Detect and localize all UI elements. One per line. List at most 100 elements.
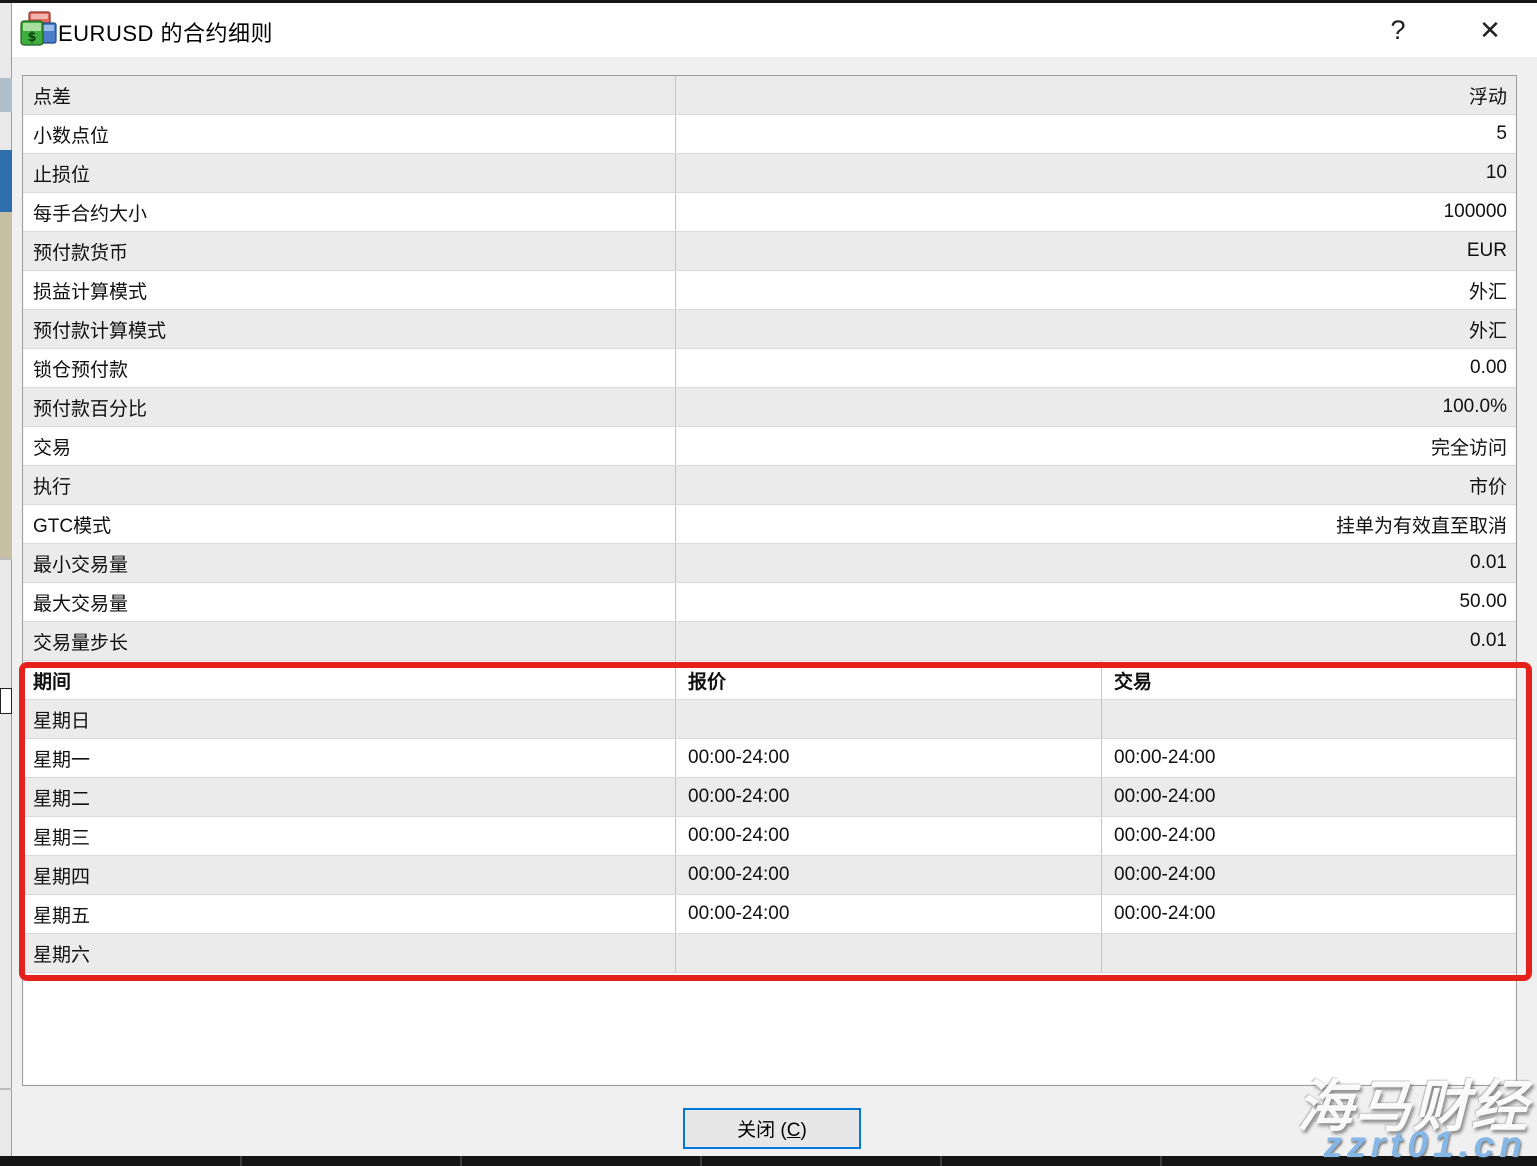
schedule-header-period: 期间 <box>23 661 676 699</box>
dialog-title: EURUSD 的合约细则 <box>58 16 273 48</box>
schedule-row-quotes: 00:00-24:00 <box>676 739 1102 777</box>
spec-row-value: 50.00 <box>676 583 1516 621</box>
dialog-titlebar: $ EURUSD 的合约细则 ? ✕ <box>12 3 1537 57</box>
background-segment <box>0 688 12 714</box>
taskbar-edge <box>0 1156 1537 1166</box>
taskbar-notch <box>700 1156 702 1166</box>
schedule-row: 星期一00:00-24:0000:00-24:00 <box>23 739 1516 778</box>
schedule-row-period: 星期二 <box>23 778 676 816</box>
spec-row-label: 损益计算模式 <box>23 271 676 309</box>
schedule-row-quotes: 00:00-24:00 <box>676 895 1102 933</box>
spec-table-body: 点差浮动小数点位5止损位10每手合约大小100000预付款货币EUR损益计算模式… <box>23 76 1516 661</box>
schedule-table-body: 期间报价交易星期日星期一00:00-24:0000:00-24:00星期二00:… <box>23 661 1516 973</box>
spec-row: 点差浮动 <box>23 76 1516 115</box>
spec-row-value: 0.01 <box>676 544 1516 582</box>
schedule-row-quotes <box>676 934 1102 972</box>
spec-row: 交易完全访问 <box>23 427 1516 466</box>
spec-row-value: 外汇 <box>676 271 1516 309</box>
background-segment <box>0 1088 12 1090</box>
spec-row-label: 预付款计算模式 <box>23 310 676 348</box>
schedule-row-quotes: 00:00-24:00 <box>676 856 1102 894</box>
spec-row-label: 止损位 <box>23 154 676 192</box>
spec-row-value: 0.00 <box>676 349 1516 387</box>
taskbar-notch <box>460 1156 462 1166</box>
spec-row-label: GTC模式 <box>23 505 676 543</box>
spec-row: 执行市价 <box>23 466 1516 505</box>
schedule-row-trade <box>1102 934 1516 972</box>
spec-row-value: 市价 <box>676 466 1516 504</box>
spec-row-label: 最大交易量 <box>23 583 676 621</box>
spec-row: 最小交易量0.01 <box>23 544 1516 583</box>
spec-row: 预付款百分比100.0% <box>23 388 1516 427</box>
schedule-header-quotes: 报价 <box>676 661 1102 699</box>
spec-row-label: 小数点位 <box>23 115 676 153</box>
schedule-row: 星期四00:00-24:0000:00-24:00 <box>23 856 1516 895</box>
spec-row: 锁仓预付款0.00 <box>23 349 1516 388</box>
spec-row-value: 挂单为有效直至取消 <box>676 505 1516 543</box>
svg-text:$: $ <box>27 30 36 45</box>
spec-row: 最大交易量50.00 <box>23 583 1516 622</box>
schedule-row: 星期二00:00-24:0000:00-24:00 <box>23 778 1516 817</box>
schedule-row-period: 星期三 <box>23 817 676 855</box>
background-window-strip <box>0 0 12 1166</box>
background-segment <box>0 212 12 558</box>
spec-row-label: 每手合约大小 <box>23 193 676 231</box>
spec-row-label: 交易量步长 <box>23 622 676 660</box>
spec-row-value: 外汇 <box>676 310 1516 348</box>
spec-row-label: 最小交易量 <box>23 544 676 582</box>
spec-row-label: 预付款百分比 <box>23 388 676 426</box>
spec-row-label: 锁仓预付款 <box>23 349 676 387</box>
schedule-row-period: 星期日 <box>23 700 676 738</box>
schedule-row: 星期六 <box>23 934 1516 973</box>
schedule-row-period: 星期五 <box>23 895 676 933</box>
symbol-properties-icon: $ <box>19 11 59 49</box>
spec-row-label: 点差 <box>23 76 676 114</box>
schedule-row-period: 星期四 <box>23 856 676 894</box>
schedule-header-row: 期间报价交易 <box>23 661 1516 700</box>
spec-row-value: 0.01 <box>676 622 1516 660</box>
help-button[interactable]: ? <box>1372 9 1424 51</box>
spec-row-value: 5 <box>676 115 1516 153</box>
schedule-row-trade <box>1102 700 1516 738</box>
schedule-row-quotes: 00:00-24:00 <box>676 778 1102 816</box>
spec-row: 小数点位5 <box>23 115 1516 154</box>
contract-specification-dialog: $ EURUSD 的合约细则 ? ✕ 点差浮动小数点位5止损位10每手合约大小1… <box>12 3 1537 1166</box>
background-segment <box>0 78 12 112</box>
taskbar-notch <box>240 1156 242 1166</box>
schedule-row-trade: 00:00-24:00 <box>1102 778 1516 816</box>
schedule-row: 星期三00:00-24:0000:00-24:00 <box>23 817 1516 856</box>
close-button[interactable]: 关闭 (C) <box>683 1108 861 1149</box>
schedule-row: 星期日 <box>23 700 1516 739</box>
spec-row-value: 10 <box>676 154 1516 192</box>
schedule-row-trade: 00:00-24:00 <box>1102 895 1516 933</box>
schedule-row-quotes: 00:00-24:00 <box>676 817 1102 855</box>
spec-row: 止损位10 <box>23 154 1516 193</box>
spec-row-label: 交易 <box>23 427 676 465</box>
taskbar-notch <box>1160 1156 1162 1166</box>
schedule-row: 星期五00:00-24:0000:00-24:00 <box>23 895 1516 934</box>
schedule-row-period: 星期一 <box>23 739 676 777</box>
spec-row-value: 100000 <box>676 193 1516 231</box>
spec-row-label: 预付款货币 <box>23 232 676 270</box>
schedule-row-quotes <box>676 700 1102 738</box>
specification-table: 点差浮动小数点位5止损位10每手合约大小100000预付款货币EUR损益计算模式… <box>22 75 1517 1086</box>
spec-row-value: 浮动 <box>676 76 1516 114</box>
spec-row: GTC模式挂单为有效直至取消 <box>23 505 1516 544</box>
spec-row: 预付款货币EUR <box>23 232 1516 271</box>
spec-row-value: 100.0% <box>676 388 1516 426</box>
background-segment <box>0 150 12 212</box>
schedule-row-period: 星期六 <box>23 934 676 972</box>
taskbar-notch <box>940 1156 942 1166</box>
spec-row: 交易量步长0.01 <box>23 622 1516 661</box>
schedule-row-trade: 00:00-24:00 <box>1102 856 1516 894</box>
spec-row: 预付款计算模式外汇 <box>23 310 1516 349</box>
spec-row-label: 执行 <box>23 466 676 504</box>
spec-row-value: EUR <box>676 232 1516 270</box>
titlebar-close-icon[interactable]: ✕ <box>1464 9 1516 51</box>
schedule-row-trade: 00:00-24:00 <box>1102 817 1516 855</box>
spec-row: 每手合约大小100000 <box>23 193 1516 232</box>
close-button-label: 关闭 (C) <box>737 1120 807 1141</box>
screen-top-edge <box>0 0 1537 3</box>
spec-row-value: 完全访问 <box>676 427 1516 465</box>
schedule-row-trade: 00:00-24:00 <box>1102 739 1516 777</box>
